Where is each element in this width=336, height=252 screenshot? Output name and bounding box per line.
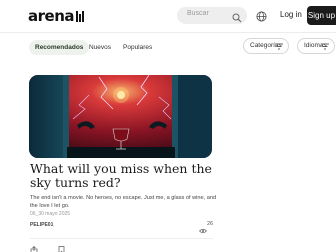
- top-header: arena Buscar Log in Sign up: [0, 0, 336, 32]
- view-count: 26: [207, 221, 214, 227]
- globe-icon[interactable]: [256, 9, 267, 27]
- logo-text: arena: [28, 7, 75, 25]
- tab-nuevos[interactable]: Nuevos: [89, 40, 111, 55]
- languages-filter[interactable]: Idiomas: [297, 38, 335, 54]
- post-cover-image[interactable]: [29, 75, 212, 158]
- login-link[interactable]: Log in: [280, 10, 302, 19]
- tab-recomendados[interactable]: Recomendados: [29, 40, 90, 55]
- post-date: 06_30 mayo 2025: [30, 211, 71, 217]
- post-title[interactable]: What will you miss when the sky turns re…: [30, 162, 220, 190]
- signup-button[interactable]: Sign up: [307, 6, 336, 25]
- share-icon[interactable]: [30, 241, 38, 252]
- logo-bars-icon: [76, 10, 84, 22]
- header-divider: [0, 32, 336, 33]
- filter-icon: [321, 43, 329, 50]
- search-input[interactable]: Buscar: [177, 7, 247, 24]
- bookmark-icon[interactable]: [58, 241, 65, 252]
- arena-logo[interactable]: arena: [28, 7, 84, 25]
- filter-icon: [275, 43, 283, 50]
- post-author[interactable]: PELIPE01: [30, 222, 53, 228]
- search-placeholder: Buscar: [187, 10, 209, 17]
- card-divider: [30, 238, 213, 239]
- categories-filter[interactable]: Categorías: [243, 38, 289, 54]
- eye-icon: [199, 221, 207, 239]
- post-description: The end isn't a movie. No heroes, no esc…: [30, 195, 217, 209]
- search-icon[interactable]: [232, 10, 242, 28]
- tab-populares[interactable]: Populares: [123, 40, 152, 55]
